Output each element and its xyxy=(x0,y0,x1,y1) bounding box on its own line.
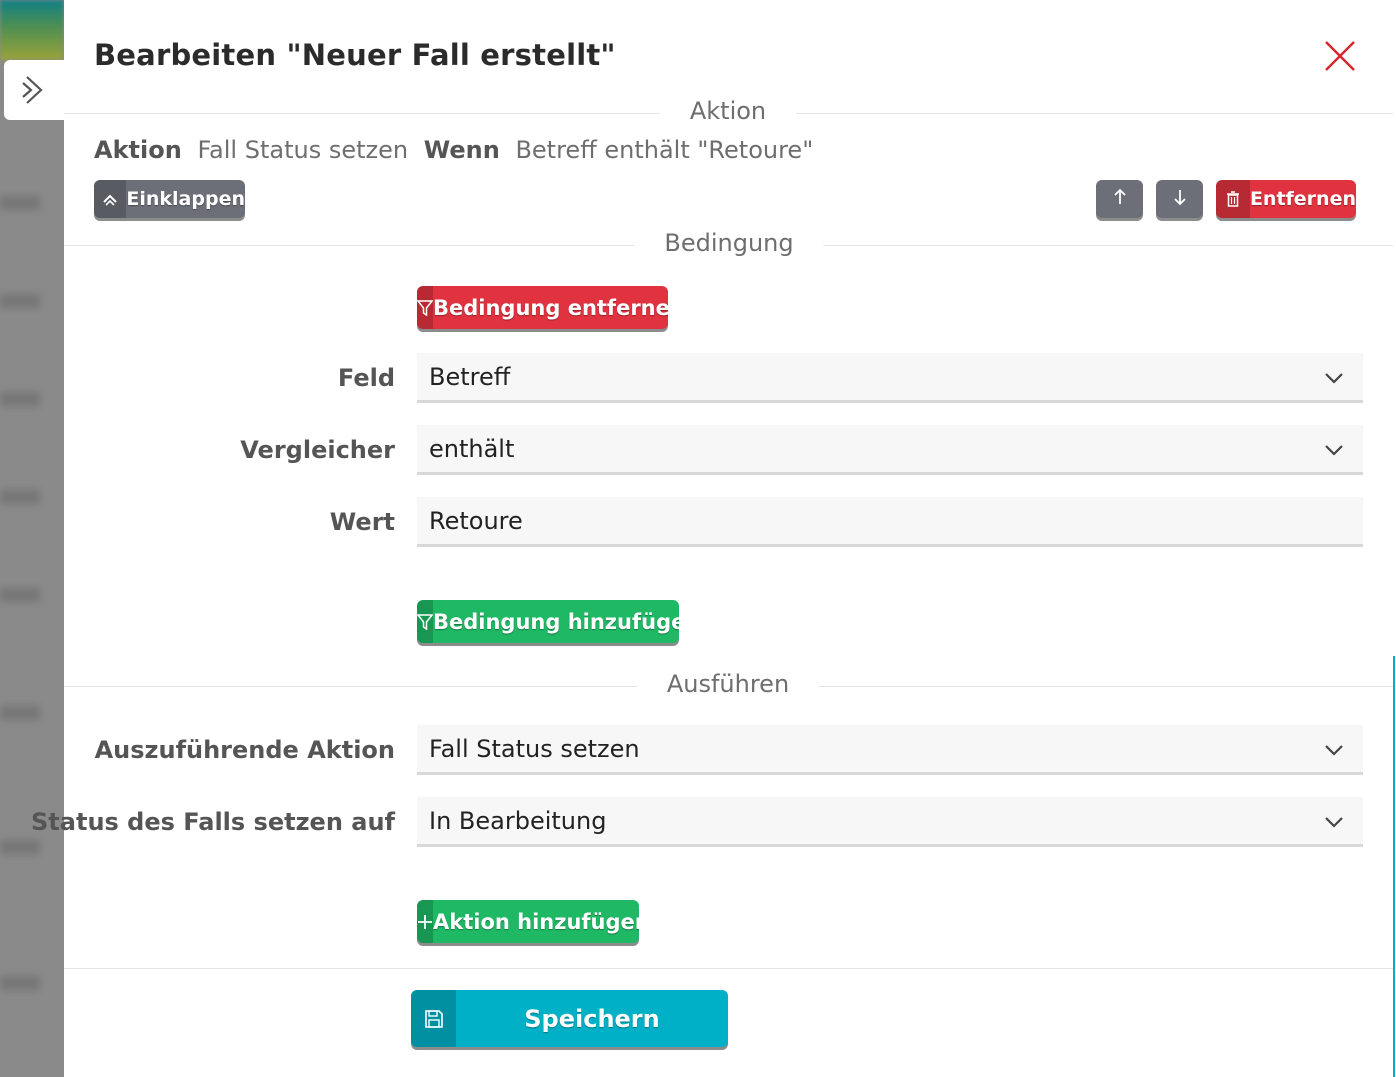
chevron-down-icon xyxy=(1325,817,1343,828)
close-icon xyxy=(1325,41,1355,71)
panel-edge-accent xyxy=(1393,656,1395,1077)
section-title-aktion: Aktion xyxy=(659,97,797,125)
save-button-label: Speichern xyxy=(524,1004,660,1033)
backdrop-header xyxy=(0,0,64,60)
panel-toggle-button[interactable] xyxy=(4,60,64,120)
double-chevron-right-icon xyxy=(22,76,43,104)
add-condition-label: Bedingung hinzufügen xyxy=(433,609,679,634)
backdrop-row xyxy=(0,976,40,990)
add-condition-button[interactable]: Bedingung hinzufügen xyxy=(417,600,679,643)
close-button[interactable] xyxy=(1322,38,1358,74)
move-up-button[interactable] xyxy=(1096,180,1143,218)
floppy-disk-icon xyxy=(411,990,456,1047)
value-input-text: Retoure xyxy=(429,506,523,535)
collapse-button-label: Einklappen xyxy=(126,188,245,210)
action-to-execute-label: Auszuführende Aktion xyxy=(94,736,395,764)
filter-icon xyxy=(417,600,433,643)
field-label: Feld xyxy=(337,364,395,392)
comparator-label: Vergleicher xyxy=(240,436,395,464)
section-title-ausfuehren: Ausführen xyxy=(636,670,820,698)
trash-icon xyxy=(1216,180,1250,218)
arrow-down-icon xyxy=(1156,188,1203,210)
field-select[interactable]: Betreff xyxy=(417,353,1363,403)
backdrop-row xyxy=(0,588,40,602)
summary-when-value: Betreff enthält "Retoure" xyxy=(515,136,814,164)
chevron-down-icon xyxy=(1325,745,1343,756)
remove-button-label: Entfernen xyxy=(1249,188,1356,210)
backdrop-row xyxy=(0,490,40,504)
add-action-label: Aktion hinzufügen xyxy=(433,909,639,934)
arrow-up-icon xyxy=(1096,188,1143,210)
backdrop-row xyxy=(0,196,40,210)
action-to-execute-select[interactable]: Fall Status setzen xyxy=(417,725,1363,775)
chevron-down-icon xyxy=(1325,445,1343,456)
backdrop-row xyxy=(0,392,40,406)
remove-condition-button[interactable]: Bedingung entfernen xyxy=(417,286,668,329)
action-to-execute-value: Fall Status setzen xyxy=(429,734,640,763)
case-status-label: Status des Falls setzen auf xyxy=(31,808,395,836)
field-select-value: Betreff xyxy=(429,362,511,391)
summary-keyword-when: Wenn xyxy=(423,136,500,164)
summary-keyword-action: Aktion xyxy=(94,136,182,164)
collapse-button[interactable]: Einklappen xyxy=(94,180,245,218)
edit-panel: Bearbeiten "Neuer Fall erstellt" Aktion … xyxy=(31,0,1396,1077)
case-status-select[interactable]: In Bearbeitung xyxy=(417,797,1363,847)
value-label: Wert xyxy=(329,508,395,536)
remove-condition-label: Bedingung entfernen xyxy=(433,295,668,320)
backdrop-row xyxy=(0,294,40,308)
backdrop xyxy=(0,0,64,1077)
comparator-select-value: enthält xyxy=(429,434,515,463)
remove-button[interactable]: Entfernen xyxy=(1216,180,1356,218)
value-input[interactable]: Retoure xyxy=(417,497,1363,547)
chevron-down-icon xyxy=(1325,373,1343,384)
case-status-value: In Bearbeitung xyxy=(429,806,607,835)
section-title-bedingung: Bedingung xyxy=(634,229,824,257)
chevron-up-icon xyxy=(94,180,127,218)
summary-action-value: Fall Status setzen xyxy=(197,136,409,164)
footer-divider xyxy=(64,968,1393,969)
rule-summary: Aktion Fall Status setzen Wenn Betreff e… xyxy=(94,136,821,164)
save-button[interactable]: Speichern xyxy=(411,990,728,1047)
filter-icon xyxy=(417,286,433,329)
backdrop-row xyxy=(0,840,40,854)
plus-icon xyxy=(417,900,433,943)
move-down-button[interactable] xyxy=(1156,180,1203,218)
comparator-select[interactable]: enthält xyxy=(417,425,1363,475)
backdrop-row xyxy=(0,706,40,720)
page-title: Bearbeiten "Neuer Fall erstellt" xyxy=(94,38,616,72)
add-action-button[interactable]: Aktion hinzufügen xyxy=(417,900,639,943)
